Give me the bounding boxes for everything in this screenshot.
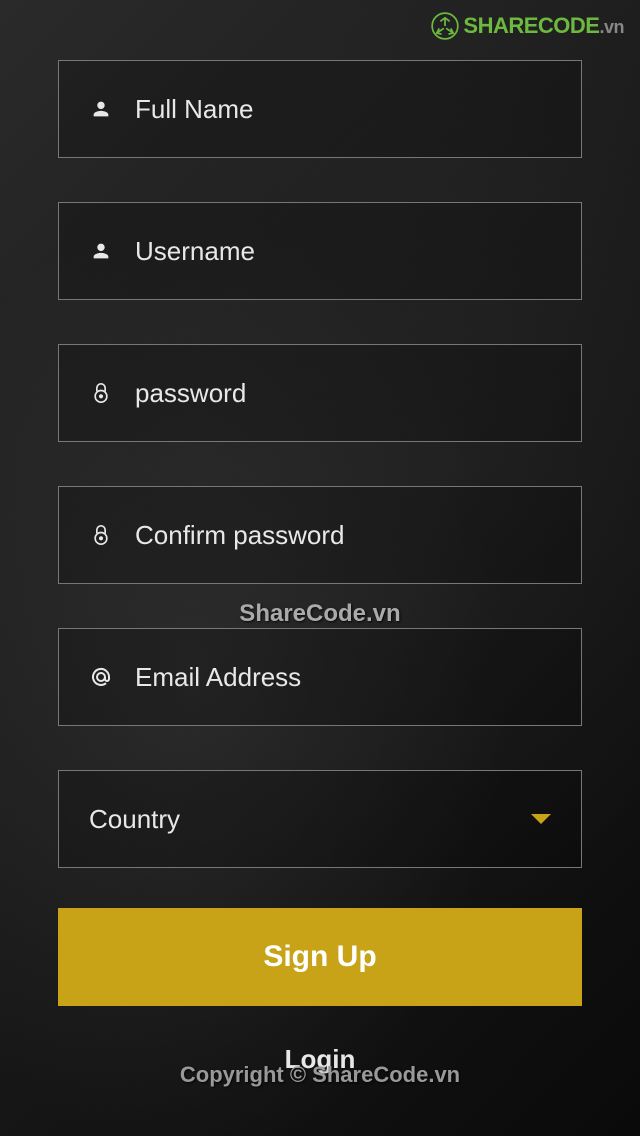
person-icon [89,97,113,121]
username-field [58,202,582,300]
person-icon [89,239,113,263]
lock-icon [89,523,113,547]
recycle-icon [431,12,459,40]
password-field [58,344,582,442]
signup-form: Country Sign Up Login [0,0,640,1075]
watermark-logo: SHARECODE.vn [431,12,624,40]
login-link[interactable]: Login [58,1044,582,1075]
lock-icon [89,381,113,405]
at-icon [89,665,113,689]
confirm-password-field [58,486,582,584]
confirm-password-input[interactable] [135,520,551,551]
full-name-field [58,60,582,158]
email-input[interactable] [135,662,551,693]
country-select-label: Country [89,804,180,835]
country-select[interactable]: Country [58,770,582,868]
password-input[interactable] [135,378,551,409]
email-field [58,628,582,726]
signup-button[interactable]: Sign Up [58,908,582,1006]
watermark-logo-text: SHARECODE.vn [463,13,624,39]
full-name-input[interactable] [135,94,551,125]
username-input[interactable] [135,236,551,267]
chevron-down-icon [531,814,551,824]
